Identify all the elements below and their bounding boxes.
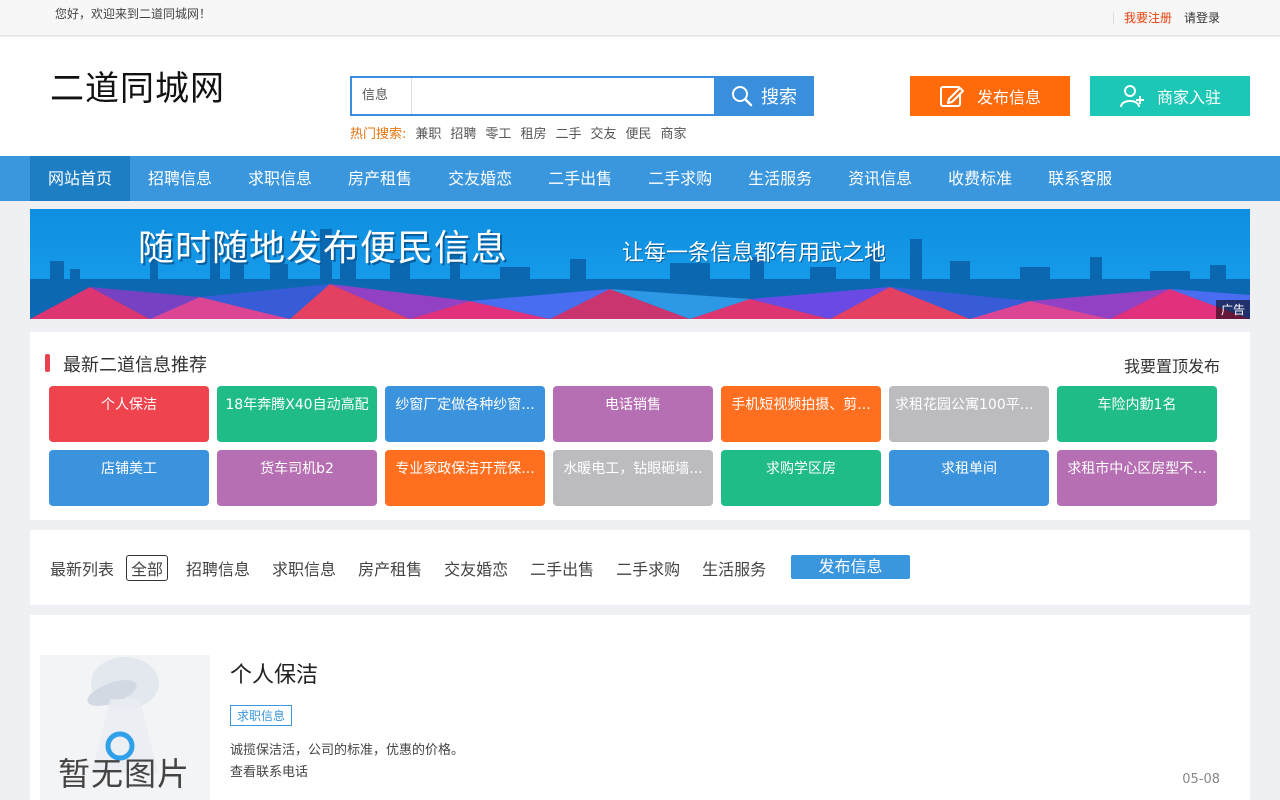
merchant-join-label: 商家入驻 (1156, 88, 1221, 107)
recommend-title: 最新二道信息推荐 (63, 355, 207, 376)
hot-search-word[interactable]: 商家 (661, 123, 687, 142)
info-list: 暂无图片 个人保洁 求职信息 诚揽保洁活，公司的标准，优惠的价格。 查看联系电话… (30, 615, 1250, 800)
nav-item[interactable]: 网站首页 (30, 156, 131, 201)
hot-search-word[interactable]: 兼职 (415, 123, 441, 142)
nav-item[interactable]: 资讯信息 (830, 156, 930, 201)
hot-search-word[interactable]: 交友 (590, 123, 616, 142)
hot-search-label: 热门搜索: (350, 127, 407, 142)
hot-searches: 热门搜索: 兼职 招聘 零工 租房 二手 交友 便民 商家 (350, 123, 687, 142)
register-link[interactable]: 我要注册 (1124, 9, 1172, 26)
publish-info-button[interactable]: 发布信息 (910, 76, 1070, 116)
hot-search-word[interactable]: 二手 (555, 123, 581, 142)
recommend-tile[interactable]: 水暖电工，钻眼砸墙... (553, 450, 713, 506)
search-category[interactable]: 信息 (352, 78, 412, 114)
search-input[interactable] (412, 78, 714, 114)
top-publish-link[interactable]: 我要置顶发布 (1124, 353, 1220, 377)
main-nav: 网站首页 招聘信息 求职信息 房产租售 交友婚恋 二手出售 二手求购 生活服务 资讯信息 收费标准… (0, 156, 1280, 201)
nav-item[interactable]: 二手求购 (630, 156, 730, 201)
ad-label: 广告 (1215, 300, 1250, 319)
filter-category[interactable]: 房产租售 (358, 556, 422, 580)
edit-icon (939, 86, 964, 107)
recommend-tile[interactable]: 18年奔腾X40自动高配 (217, 386, 377, 442)
login-link[interactable]: 请登录 (1184, 9, 1220, 26)
listing-category-tag[interactable]: 求职信息 (230, 705, 293, 726)
hot-search-word[interactable]: 招聘 (450, 123, 476, 142)
listing-description: 诚揽保洁活，公司的标准，优惠的价格。 (230, 743, 465, 758)
list-filter: 最新列表 全部 招聘信息 求职信息 房产租售 交友婚恋 二手出售 二手求购 生活服务 发布信… (30, 530, 1250, 605)
recommend-tile[interactable]: 纱窗厂定做各种纱窗... (385, 386, 545, 442)
hot-search-word[interactable]: 零工 (485, 123, 511, 142)
divider (1112, 11, 1114, 24)
recommend-tile[interactable]: 求购学区房 (721, 450, 881, 506)
nav-list: 网站首页 招聘信息 求职信息 房产租售 交友婚恋 二手出售 二手求购 生活服务 资讯信息 收费标准… (30, 156, 1280, 201)
recommend-tile[interactable]: 货车司机b2 (217, 450, 377, 506)
site-logo[interactable]: 二道同城网 (50, 61, 225, 110)
recommend-tile[interactable]: 电话销售 (553, 386, 713, 442)
nav-item[interactable]: 收费标准 (930, 156, 1030, 201)
nav-item[interactable]: 交友婚恋 (430, 156, 530, 201)
nav-item[interactable]: 求职信息 (230, 156, 330, 201)
publish-info-label: 发布信息 (976, 88, 1041, 107)
filter-category[interactable]: 二手出售 (530, 556, 594, 580)
recommend-panel: 最新二道信息推荐 我要置顶发布 个人保洁 18年奔腾X40自动高配 纱窗厂定做各种纱… (30, 332, 1250, 520)
filter-label: 最新列表 (50, 560, 115, 579)
hot-search-word[interactable]: 便民 (625, 123, 651, 142)
section-marker (45, 354, 50, 372)
filter-category[interactable]: 交友婚恋 (444, 556, 508, 580)
filter-category[interactable]: 招聘信息 (186, 556, 250, 580)
add-user-icon (1119, 85, 1144, 108)
search-button[interactable]: 搜索 (714, 76, 814, 116)
welcome-text: 您好，欢迎来到二道同城网！ (55, 7, 212, 21)
recommend-tiles: 个人保洁 18年奔腾X40自动高配 纱窗厂定做各种纱窗... 电话销售 手机短视频拍摄、… (49, 386, 1229, 506)
recommend-tile[interactable]: 手机短视频拍摄、剪... (721, 386, 881, 442)
recommend-tile[interactable]: 店铺美工 (49, 450, 209, 506)
ad-banner[interactable]: 随时随地发布便民信息 让每一条信息都有用武之地 广告 (30, 209, 1250, 319)
recommend-tile[interactable]: 求租单间 (889, 450, 1049, 506)
filter-category[interactable]: 生活服务 (702, 556, 766, 580)
search-button-label: 搜索 (761, 87, 797, 108)
merchant-join-button[interactable]: 商家入驻 (1090, 76, 1250, 116)
listing-date: 05-08 (1182, 772, 1220, 787)
nav-item[interactable]: 招聘信息 (130, 156, 230, 201)
view-phone-link[interactable]: 查看联系电话 (230, 761, 308, 780)
no-image-text: 暂无图片 (58, 755, 191, 793)
recommend-tile[interactable]: 求租市中心区房型不... (1057, 450, 1217, 506)
list-publish-button[interactable]: 发布信息 (791, 555, 910, 579)
search-icon (732, 86, 753, 107)
search-box: 信息 搜索 (350, 76, 814, 116)
account-links: 我要注册 请登录 (1112, 9, 1220, 26)
nav-item[interactable]: 二手出售 (530, 156, 630, 201)
listing-thumbnail[interactable]: 暂无图片 (40, 655, 210, 800)
filter-category[interactable]: 二手求购 (616, 556, 680, 580)
filter-category[interactable]: 求职信息 (272, 556, 336, 580)
nav-item[interactable]: 生活服务 (730, 156, 830, 201)
hot-search-word[interactable]: 租房 (520, 123, 546, 142)
nav-item[interactable]: 房产租售 (330, 156, 430, 201)
recommend-tile[interactable]: 个人保洁 (49, 386, 209, 442)
banner-title: 随时随地发布便民信息 (138, 228, 509, 269)
recommend-tile[interactable]: 求租花园公寓100平方... (889, 386, 1049, 442)
recommend-tile[interactable]: 车险内勤1名 (1057, 386, 1217, 442)
nav-item[interactable]: 联系客服 (1030, 156, 1130, 201)
banner-slogan: 让每一条信息都有用武之地 (622, 241, 887, 266)
listing-title[interactable]: 个人保洁 (230, 657, 318, 689)
recommend-tile[interactable]: 专业家政保洁开荒保... (385, 450, 545, 506)
header: 二道同城网 信息 搜索 热门搜索: 兼职 招聘 零工 租房 二手 交友 便民 商家 发布信息 … (0, 37, 1280, 156)
filter-all[interactable]: 全部 (126, 555, 169, 581)
top-bar: 您好，欢迎来到二道同城网！ 我要注册 请登录 (0, 0, 1280, 36)
filter-items: 最新列表 全部 招聘信息 求职信息 房产租售 交友婚恋 二手出售 二手求购 生活服务 (50, 555, 788, 581)
